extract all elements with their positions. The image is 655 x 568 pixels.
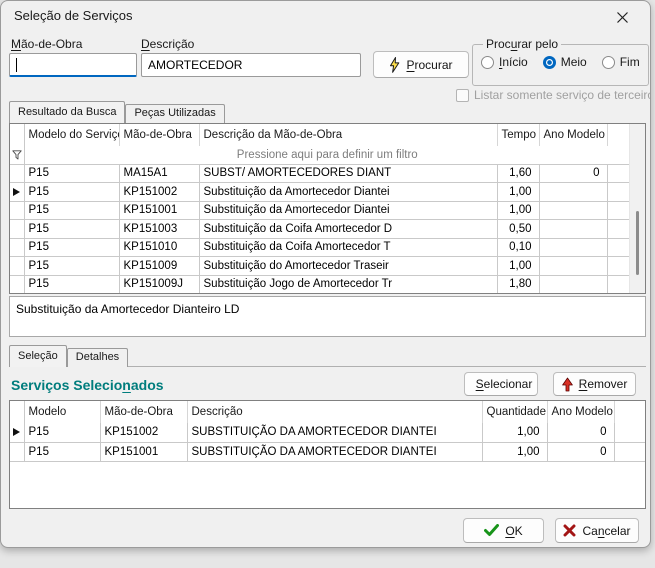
scrollbar-thumb[interactable] [636, 211, 639, 275]
remover-button[interactable]: Remover [553, 372, 636, 396]
window-title: Seleção de Serviços [14, 8, 133, 23]
selected-services-grid: Modelo Mão-de-Obra Descrição Quantidade … [9, 400, 646, 509]
table-row[interactable]: P15 MA15A1 SUBST/ AMORTECEDORES DIANT 1,… [10, 164, 630, 183]
column-header[interactable]: Quantidade [482, 401, 548, 423]
column-header[interactable]: Descrição da Mão-de-Obra [199, 124, 498, 146]
selecionar-button[interactable]: Selecionar [464, 372, 538, 396]
table-row-current[interactable]: P15 KP151002 Substituição da Amortecedor… [10, 182, 630, 202]
results-tabbar: Resultado da Busca Peças Utilizadas [9, 101, 225, 123]
radio-unchecked-icon [481, 55, 494, 69]
check-icon [484, 524, 500, 536]
table-row[interactable]: P15 KP151009J Substituição Jogo de Amort… [10, 275, 630, 293]
current-row-marker-icon [13, 428, 21, 437]
tab-pecas-utilizadas[interactable]: Peças Utilizadas [125, 104, 225, 123]
close-icon [616, 11, 628, 23]
radio-inicio-label: Início [499, 55, 528, 69]
table-row[interactable]: P15 KP151003 Substituição da Coifa Amort… [10, 219, 630, 239]
close-button[interactable] [607, 5, 637, 29]
filter-hint: Pressione aqui para definir um filtro [24, 146, 630, 165]
descricao-input[interactable] [141, 53, 361, 77]
filter-funnel-icon [12, 150, 22, 160]
procurar-pelo-groupbox: Procurar pelo Início Meio Fim [472, 37, 649, 86]
table-row[interactable]: P15 KP151001 Substituição da Amortecedor… [10, 201, 630, 220]
title-bar: Seleção de Serviços [1, 1, 650, 31]
table-row-current[interactable]: P15 KP151002 SUBSTITUIÇÃO DA AMORTECEDOR… [10, 423, 645, 443]
servicos-selecionados-title: Serviços Selecionados [11, 377, 164, 393]
filter-row[interactable]: Pressione aqui para definir um filtro [10, 146, 630, 165]
table-row[interactable]: P15 KP151010 Substituição da Coifa Amort… [10, 238, 630, 257]
arrow-up-icon [561, 377, 573, 391]
results-header-row: Modelo do Serviço Mão-de-Obra Descrição … [10, 124, 630, 146]
cancelar-label: Cancelar [582, 523, 631, 538]
selected-service-description: Substituição da Amortecedor Dianteiro LD [16, 302, 240, 316]
selected-header-row: Modelo Mão-de-Obra Descrição Quantidade … [10, 401, 645, 423]
x-icon [563, 524, 576, 537]
listar-terceiros-label: Listar somente serviço de terceiros [474, 88, 651, 102]
lightning-icon [390, 56, 400, 73]
column-header[interactable]: Mão-de-Obra [100, 401, 188, 423]
ok-button[interactable]: OK [463, 518, 544, 543]
listar-terceiros-checkbox[interactable]: Listar somente serviço de terceiros [456, 88, 651, 102]
column-header[interactable]: Descrição [187, 401, 483, 423]
vertical-scrollbar[interactable] [629, 124, 645, 293]
selection-tabbar: Seleção Detalhes [9, 345, 129, 367]
procurar-button[interactable]: Procurar [373, 51, 469, 78]
tab-selecao[interactable]: Seleção [9, 345, 67, 367]
selected-service-description-box: Substituição da Amortecedor Dianteiro LD [9, 296, 646, 337]
radio-unchecked-icon [601, 55, 615, 69]
radio-meio-label: Meio [560, 55, 587, 69]
radio-meio[interactable]: Meio [542, 55, 587, 69]
selecao-de-servicos-dialog: Seleção de Serviços Mão-de-Obra Descriçã… [0, 0, 651, 548]
tab-detalhes[interactable]: Detalhes [66, 348, 129, 367]
cancelar-button[interactable]: Cancelar [555, 518, 639, 543]
column-header[interactable]: Tempo [497, 124, 540, 146]
table-row[interactable]: P15 KP151001 SUBSTITUIÇÃO DA AMORTECEDOR… [10, 442, 645, 462]
descricao-label: Descrição [141, 37, 195, 51]
column-header[interactable]: Modelo do Serviço [24, 124, 120, 146]
column-header[interactable]: Mão-de-Obra [119, 124, 200, 146]
column-header[interactable]: Modelo [24, 401, 101, 423]
column-header[interactable]: Ano Modelo [539, 124, 608, 146]
radio-inicio[interactable]: Início [481, 55, 528, 69]
table-row[interactable]: P15 KP151009 Substituição do Amortecedor… [10, 256, 630, 276]
column-header[interactable]: Ano Modelo [547, 401, 615, 423]
radio-fim-label: Fim [619, 55, 640, 69]
text-caret [16, 58, 17, 72]
checkbox-icon [456, 88, 469, 102]
radio-checked-icon [542, 55, 556, 69]
tab-resultado-da-busca[interactable]: Resultado da Busca [9, 101, 126, 123]
mao-de-obra-input[interactable] [9, 53, 137, 77]
results-grid: Modelo do Serviço Mão-de-Obra Descrição … [9, 123, 646, 294]
selecionar-label: Selecionar [475, 377, 533, 391]
current-row-marker-icon [13, 187, 21, 196]
radio-fim[interactable]: Fim [601, 55, 640, 69]
procurar-label: Procurar [406, 57, 453, 72]
procurar-pelo-legend: Procurar pelo [486, 37, 559, 51]
remover-label: Remover [578, 377, 628, 391]
mao-de-obra-label: Mão-de-Obra [11, 37, 83, 51]
ok-label: OK [505, 523, 523, 538]
